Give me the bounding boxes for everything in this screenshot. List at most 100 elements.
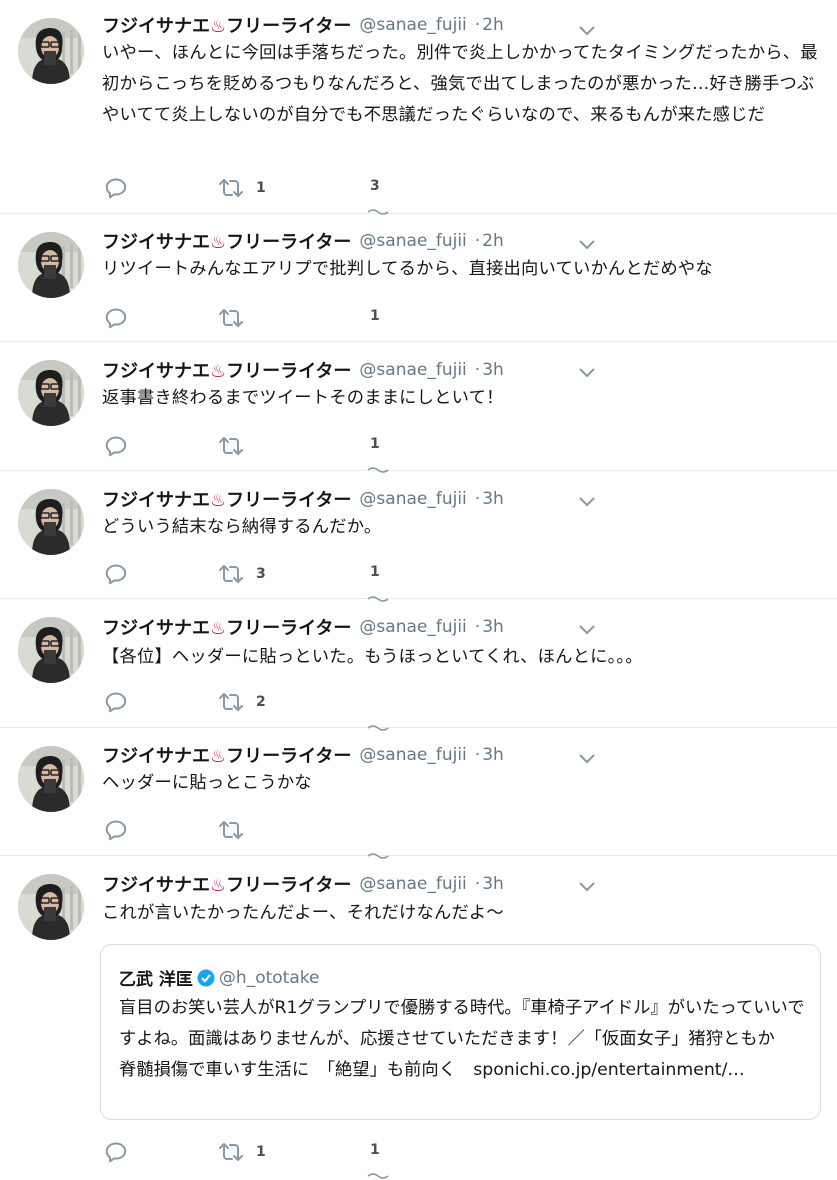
tweet-text: これが言いたかったんだよー、それだけなんだよ〜 [102, 903, 504, 923]
reply-icon [104, 691, 128, 713]
quoted-tweet-text: 盲目のお笑い芸人がR1グランプリで優勝する時代。『車椅子アイドル』がいたっていい… [119, 998, 805, 1080]
tweet-header: フジイサナエ♨フリーライター @sanae_fujii · 2h [102, 12, 504, 38]
author-handle[interactable]: @sanae_fujii [359, 231, 466, 251]
reply-icon [104, 563, 128, 585]
author-name[interactable]: フジイサナエ♨フリーライター [102, 742, 351, 768]
tweet[interactable]: フジイサナエ♨フリーライター @sanae_fujii · 2h いやー、ほんと… [0, 0, 837, 215]
author-name[interactable]: フジイサナエ♨フリーライター [102, 228, 351, 254]
timestamp[interactable]: 3h [482, 489, 504, 509]
caret-down-icon[interactable] [578, 880, 596, 892]
reply-button[interactable] [104, 562, 128, 586]
author-name[interactable]: フジイサナエ♨フリーライター [102, 357, 351, 383]
author-name[interactable]: フジイサナエ♨フリーライター [102, 871, 351, 897]
reply-button[interactable] [104, 176, 128, 200]
tweet[interactable]: フジイサナエ♨フリーライター @sanae_fujii · 3h どういう結末な… [0, 471, 837, 602]
tweet-header: フジイサナエ♨フリーライター @sanae_fujii · 3h [102, 357, 504, 383]
timestamp[interactable]: 3h [482, 617, 504, 637]
retweet-button[interactable] [218, 306, 256, 330]
avatar[interactable] [18, 617, 84, 683]
quoted-author-name: 乙武 洋匡 [119, 970, 193, 990]
author-handle[interactable]: @sanae_fujii [359, 489, 466, 509]
tweet-header: フジイサナエ♨フリーライター @sanae_fujii · 3h [102, 486, 504, 512]
retweet-button[interactable] [218, 818, 256, 842]
retweet-count: 2 [256, 694, 266, 710]
reply-button[interactable] [104, 434, 128, 458]
retweet-count: 1 [256, 180, 266, 196]
author-name[interactable]: フジイサナエ♨フリーライター [102, 486, 351, 512]
caret-down-icon[interactable] [578, 495, 596, 507]
retweet-icon [218, 1142, 244, 1162]
reply-button[interactable] [104, 306, 128, 330]
tweet-actions: 1 3 [102, 176, 502, 200]
retweet-button[interactable]: 2 [218, 690, 266, 714]
avatar[interactable] [18, 489, 84, 555]
author-handle[interactable]: @sanae_fujii [359, 745, 466, 765]
timestamp[interactable]: 2h [482, 231, 504, 251]
tweet-text: どういう結末なら納得するんだか。 [102, 517, 382, 537]
tweet[interactable]: フジイサナエ♨フリーライター @sanae_fujii · 3h ヘッダーに貼っ… [0, 728, 837, 859]
reply-icon [104, 819, 128, 841]
verified-icon [197, 969, 215, 986]
timestamp[interactable]: 3h [482, 360, 504, 380]
retweet-count: 1 [256, 1144, 266, 1160]
like-count[interactable]: 1 [370, 436, 380, 452]
tweet-text: リツイートみんなエアリプで批判してるから、直接出向いていかんとだめやな [102, 259, 713, 279]
retweet-button[interactable]: 1 [218, 176, 266, 200]
retweet-button[interactable] [218, 434, 256, 458]
reply-button[interactable] [104, 818, 128, 842]
like-count[interactable]: 1 [370, 1142, 380, 1158]
reply-icon [104, 1141, 128, 1163]
retweet-icon [218, 692, 244, 712]
tweet-header: フジイサナエ♨フリーライター @sanae_fujii · 2h [102, 228, 504, 254]
like-count[interactable]: 1 [370, 564, 380, 580]
tweet-header: フジイサナエ♨フリーライター @sanae_fujii · 3h [102, 742, 504, 768]
reply-icon [104, 177, 128, 199]
avatar[interactable] [18, 746, 84, 812]
quoted-author[interactable]: 乙武 洋匡 @h_ototake [119, 965, 319, 991]
tweet[interactable]: フジイサナエ♨フリーライター @sanae_fujii · 3h 【各位】ヘッダ… [0, 599, 837, 731]
tweet[interactable]: フジイサナエ♨フリーライター @sanae_fujii · 3h 返事書き終わる… [0, 342, 837, 473]
reply-icon [104, 435, 128, 457]
tweet[interactable]: フジイサナエ♨フリーライター @sanae_fujii · 2h リツイートみん… [0, 214, 837, 342]
tweet-header: フジイサナエ♨フリーライター @sanae_fujii · 3h [102, 614, 504, 640]
like-count[interactable]: 3 [370, 178, 380, 194]
caret-down-icon[interactable] [578, 366, 596, 378]
tweet-text: いやー、ほんとに今回は手落ちだった。別件で炎上しかかってたタイミングだったから、… [102, 43, 818, 125]
tweet-actions: 1 [102, 306, 502, 330]
caret-down-icon[interactable] [578, 24, 596, 36]
retweet-icon [218, 178, 244, 198]
retweet-icon [218, 436, 244, 456]
timestamp[interactable]: 3h [482, 874, 504, 894]
author-name[interactable]: フジイサナエ♨フリーライター [102, 614, 351, 640]
like-count[interactable]: 1 [370, 308, 380, 324]
tweet-actions: 2 [102, 690, 502, 714]
tweet-text: ヘッダーに貼っとこうかな [102, 773, 312, 793]
retweet-button[interactable]: 3 [218, 562, 266, 586]
avatar[interactable] [18, 18, 84, 84]
timestamp[interactable]: 3h [482, 745, 504, 765]
tweet-text: 【各位】ヘッダーに貼っといた。もうほっといてくれ、ほんとに。。。 [102, 647, 643, 667]
reply-button[interactable] [104, 1140, 128, 1164]
more-dots-icon[interactable] [367, 1172, 389, 1180]
avatar[interactable] [18, 232, 84, 298]
timestamp[interactable]: 2h [482, 15, 504, 35]
author-handle[interactable]: @sanae_fujii [359, 15, 466, 35]
retweet-button[interactable]: 1 [218, 1140, 266, 1164]
author-handle[interactable]: @sanae_fujii [359, 360, 466, 380]
quoted-tweet-card[interactable]: 乙武 洋匡 @h_ototake 盲目のお笑い芸人がR1グランプリで優勝する時代… [100, 944, 821, 1120]
tweet-actions: 1 [102, 434, 502, 458]
avatar[interactable] [18, 874, 84, 940]
tweet-text: 返事書き終わるまでツイートそのままにしといて！ [102, 388, 504, 408]
retweet-count: 3 [256, 566, 266, 582]
caret-down-icon[interactable] [578, 238, 596, 250]
retweet-icon [218, 820, 244, 840]
tweet-actions [102, 818, 502, 842]
avatar[interactable] [18, 360, 84, 426]
reply-button[interactable] [104, 690, 128, 714]
author-name[interactable]: フジイサナエ♨フリーライター [102, 12, 351, 38]
tweet-actions: 3 1 [102, 562, 502, 586]
caret-down-icon[interactable] [578, 752, 596, 764]
caret-down-icon[interactable] [578, 623, 596, 635]
author-handle[interactable]: @sanae_fujii [359, 874, 466, 894]
author-handle[interactable]: @sanae_fujii [359, 617, 466, 637]
